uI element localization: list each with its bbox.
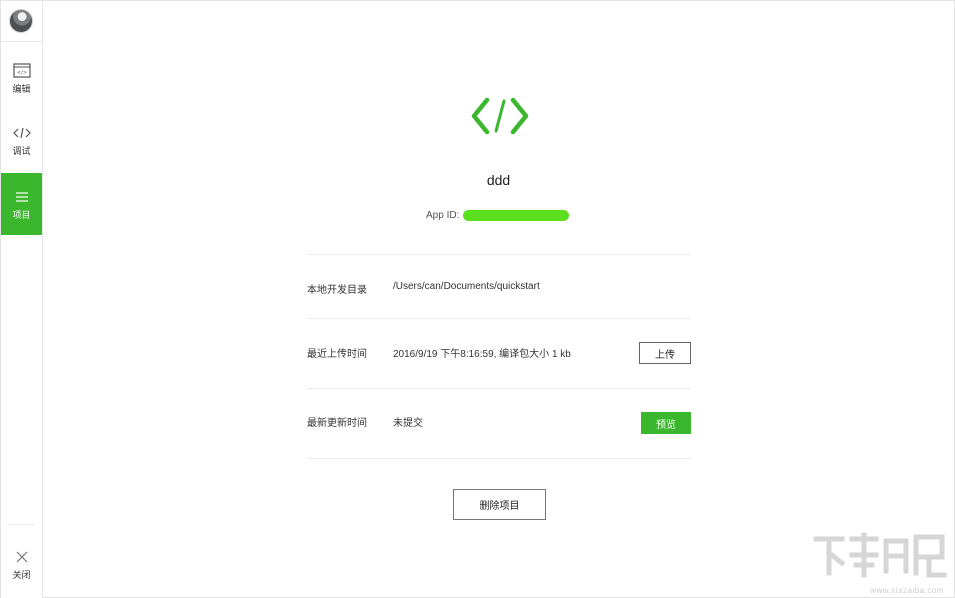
project-panel: ddd App ID: 本地开发目录 /Users/can/Documents/… bbox=[43, 1, 954, 597]
divider bbox=[307, 318, 691, 319]
svg-text:</>: </> bbox=[16, 70, 26, 76]
code-logo-icon bbox=[471, 97, 529, 135]
last-upload-value: 2016/9/19 下午8:16:59, 编译包大小 1 kb bbox=[393, 349, 571, 360]
sidebar-item-project[interactable]: 项目 bbox=[1, 173, 42, 235]
project-name: ddd bbox=[486, 172, 511, 188]
close-button[interactable]: 关闭 bbox=[1, 536, 42, 592]
app-id-label: App ID: bbox=[426, 209, 460, 221]
editor-icon: </> bbox=[12, 62, 31, 80]
sidebar-item-label: 编辑 bbox=[12, 83, 31, 94]
local-dir-value: /Users/can/Documents/quickstart bbox=[393, 281, 540, 292]
sidebar: </> 编辑 调试 项目 关闭 bbox=[1, 1, 43, 598]
last-upload-label: 最近上传时间 bbox=[307, 349, 367, 360]
sidebar-item-debug[interactable]: 调试 bbox=[1, 109, 42, 171]
app-window: </> 编辑 调试 项目 关闭 ddd App ID: 本地开发目录 /User… bbox=[0, 0, 955, 598]
upload-button[interactable]: 上传 bbox=[639, 342, 691, 364]
last-update-label: 最新更新时间 bbox=[307, 418, 367, 429]
preview-button[interactable]: 预览 bbox=[641, 412, 691, 434]
local-dir-label: 本地开发目录 bbox=[307, 285, 367, 296]
code-icon bbox=[12, 124, 31, 142]
avatar[interactable] bbox=[9, 9, 33, 33]
app-id: App ID: bbox=[426, 208, 570, 222]
close-label: 关闭 bbox=[12, 569, 31, 580]
menu-icon bbox=[15, 188, 29, 206]
delete-project-button[interactable]: 删除项目 bbox=[453, 489, 546, 520]
sidebar-item-edit[interactable]: </> 编辑 bbox=[1, 47, 42, 109]
sidebar-item-label: 项目 bbox=[12, 209, 31, 220]
last-update-value: 未提交 bbox=[393, 418, 423, 429]
watermark-url: www.xiazaiba.com bbox=[870, 586, 944, 595]
watermark-logo bbox=[813, 532, 947, 578]
close-icon bbox=[16, 548, 28, 566]
divider bbox=[307, 458, 691, 459]
divider bbox=[307, 254, 691, 255]
app-id-redaction bbox=[463, 209, 570, 221]
sidebar-divider bbox=[7, 524, 35, 525]
sidebar-divider bbox=[1, 41, 42, 42]
sidebar-item-label: 调试 bbox=[12, 145, 31, 156]
divider bbox=[307, 388, 691, 389]
